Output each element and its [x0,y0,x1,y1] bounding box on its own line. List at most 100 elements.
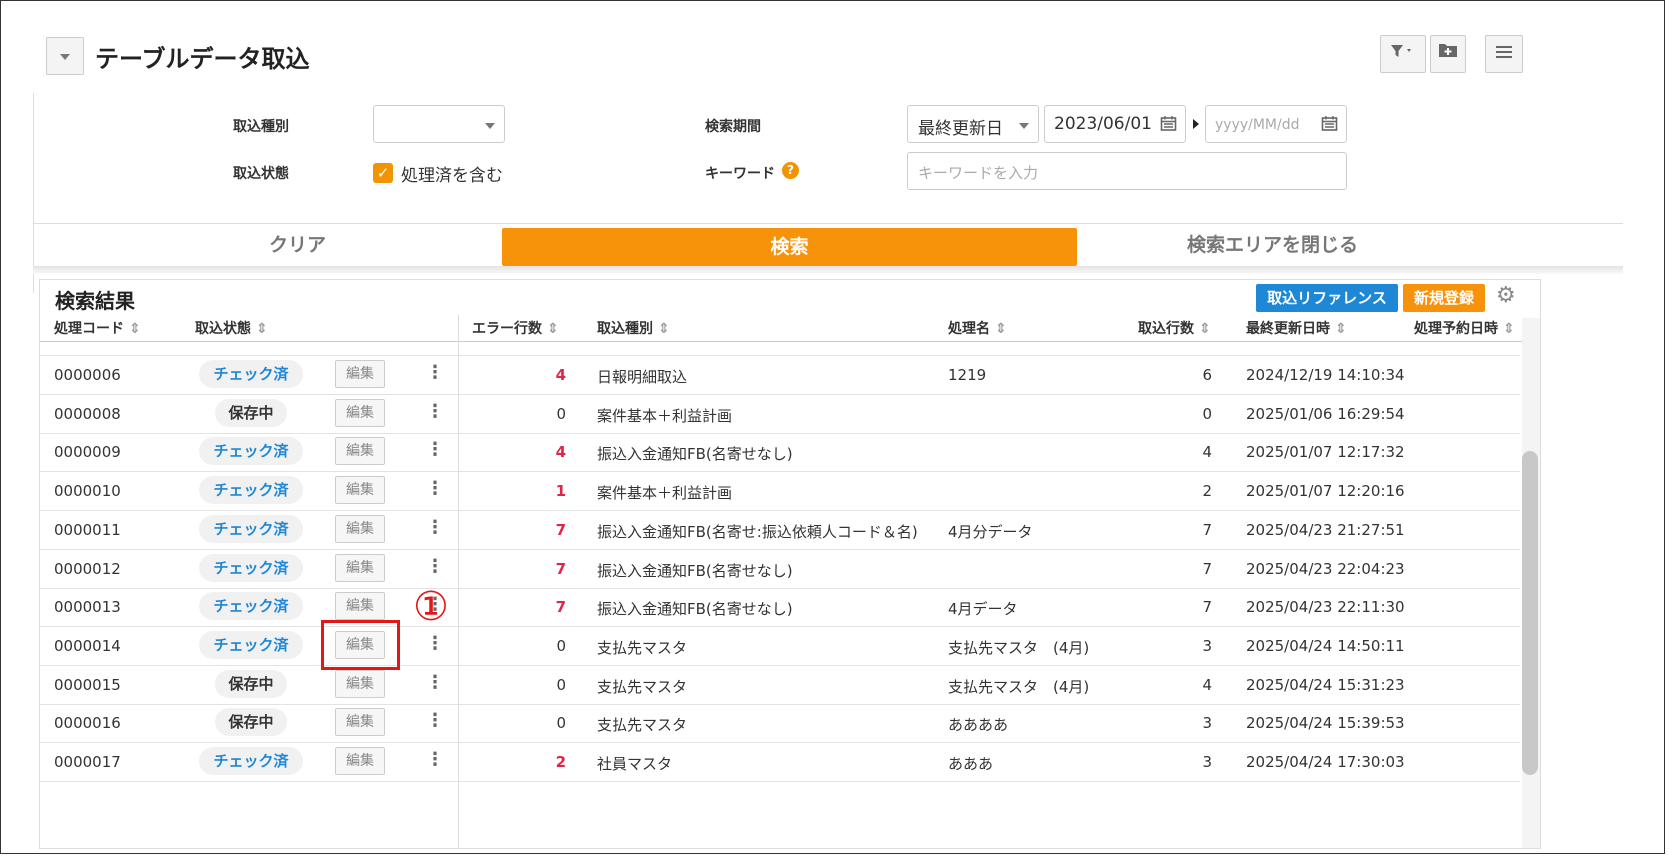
import-type-cell: 日報明細取込 [597,368,688,386]
import-count-cell: 4 [1202,675,1212,694]
close-search-area-button[interactable]: 検索エリアを閉じる [1187,230,1358,257]
import-type-cell: 社員マスタ [597,755,673,773]
edit-button[interactable]: 編集 [335,476,385,505]
date-from-input[interactable]: 2023/06/01 [1044,105,1186,143]
edit-button[interactable]: 編集 [335,514,385,543]
error-count-cell: 1 [555,482,566,501]
add-folder-button[interactable] [1430,35,1466,73]
table-row[interactable]: 0000006 チェック済 編集 ⋮ 4 日報明細取込 1219 6 2024/12/19 14… [40,356,1520,395]
updated-at-cell: 2025/01/07 12:17:32 [1246,443,1405,462]
annotation-highlight-box [321,620,400,670]
edit-button[interactable]: 編集 [335,669,385,698]
new-registration-button[interactable]: 新規登録 [1403,284,1485,312]
status-badge: チェック済 [199,747,303,775]
date-to-input[interactable]: yyyy/MM/dd [1205,105,1347,143]
table-row[interactable]: 0000013 チェック済 編集 ⋮ 7 振込入金通知FB(名寄せなし) 4月データ 7 202… [40,588,1520,628]
include-processed-checkbox[interactable]: ✓ [373,163,393,183]
process-code-cell: 0000009 [54,443,121,462]
more-options-icon[interactable]: ⋮ [426,362,444,383]
more-options-icon[interactable]: ⋮ [426,672,444,693]
keyword-placeholder: キーワードを入力 [918,164,1039,182]
status-badge: チェック済 [199,592,303,621]
table-row[interactable]: 0000010 チェック済 編集 ⋮ 1 案件基本＋利益計画 2 2025/01/07 12:… [40,472,1520,512]
more-options-icon[interactable]: ⋮ [426,439,444,460]
edit-button[interactable]: 編集 [335,708,385,737]
search-button[interactable]: 検索 [502,228,1077,266]
process-name-cell: あああ [948,755,994,773]
error-count-cell: 0 [556,404,566,423]
table-row[interactable]: 0000014 チェック済 編集 ⋮ 0 支払先マスタ 支払先マスタ (4月) 3 2025/0… [40,627,1520,666]
status-badge: チェック済 [199,553,303,582]
updated-at-cell: 2025/01/07 12:20:16 [1246,482,1405,501]
import-count-cell: 7 [1202,598,1212,617]
process-name-cell: 4月分データ [948,522,1033,541]
table-row[interactable]: 0000016 保存中 編集 ⋮ 0 支払先マスタ ああああ 3 2025/04/24 15:3… [40,704,1520,744]
more-options-icon[interactable]: ⋮ [426,556,444,577]
table-row[interactable]: 0000017 チェック済 編集 ⋮ 2 社員マスタ あああ 3 2025/04/24 17:3… [40,743,1520,782]
scrollbar-thumb[interactable] [1522,451,1538,775]
process-code-cell: 0000017 [54,753,121,771]
updated-at-cell: 2025/04/23 22:04:23 [1246,559,1405,578]
import-count-cell: 6 [1202,366,1212,384]
import-count-cell: 4 [1202,443,1212,462]
error-count-cell: 4 [555,443,566,462]
results-panel: 検索結果 取込リファレンス 新規登録 ⚙ 処理コード ⇕ 取込状態 ⇕ エラー行… [39,279,1541,849]
more-options-icon[interactable]: ⋮ [426,478,444,499]
process-code-cell: 0000014 [54,636,121,655]
table-row[interactable]: 0000015 保存中 編集 ⋮ 0 支払先マスタ 支払先マスタ (4月) 4 2025/04/… [40,666,1520,705]
search-action-bar: クリア 検索 検索エリアを閉じる [33,223,1623,266]
filter-icon [1390,45,1416,63]
edit-button[interactable]: 編集 [335,398,385,427]
more-options-icon[interactable]: ⋮ [426,517,444,538]
gear-icon[interactable]: ⚙ [1496,283,1516,308]
edit-button[interactable]: 編集 [335,747,385,775]
filter-button[interactable] [1380,35,1426,73]
import-type-cell: 支払先マスタ [597,677,688,696]
import-reference-button[interactable]: 取込リファレンス [1256,284,1398,312]
error-count-cell: 4 [555,366,566,384]
clear-button[interactable]: クリア [269,230,326,257]
updated-at-cell: 2025/04/24 14:50:11 [1246,636,1405,655]
process-code-cell: 0000010 [54,482,121,501]
keyword-input[interactable]: キーワードを入力 [907,152,1347,190]
more-options-icon[interactable]: ⋮ [426,749,444,770]
status-badge: チェック済 [199,476,303,505]
frozen-column-divider [458,315,459,848]
table-row[interactable]: 0000011 チェック済 編集 ⋮ 7 振込入金通知FB(名寄せ:振込依頼人コード＆名)… [40,511,1520,550]
error-count-cell: 0 [556,675,566,694]
process-code-cell: 0000013 [54,598,121,617]
status-badge: 保存中 [215,708,287,737]
check-icon: ✓ [376,164,390,182]
error-count-cell: 7 [555,559,566,578]
edit-button[interactable]: 編集 [335,360,385,388]
import-type-select[interactable] [373,105,505,143]
updated-at-cell: 2025/04/24 17:30:03 [1246,753,1405,771]
edit-button[interactable]: 編集 [335,592,385,621]
status-badge: チェック済 [199,514,303,543]
process-code-cell: 0000008 [54,404,121,423]
table-row[interactable]: 0000008 保存中 編集 ⋮ 0 案件基本＋利益計画 0 2025/01/06 16:29… [40,395,1520,434]
date-to-placeholder: yyyy/MM/dd [1215,117,1300,133]
collapse-toggle-button[interactable] [46,37,84,75]
updated-at-cell: 2025/04/24 15:31:23 [1246,675,1405,694]
help-icon[interactable]: ? [782,162,799,179]
import-count-cell: 3 [1202,636,1212,655]
more-options-icon[interactable]: ⋮ [426,401,444,422]
edit-button[interactable]: 編集 [335,553,385,582]
include-processed-label: 処理済を含む [401,166,503,186]
import-type-cell: 案件基本＋利益計画 [597,406,733,425]
import-count-cell: 3 [1202,753,1212,771]
table-row[interactable]: 0000012 チェック済 編集 ⋮ 7 振込入金通知FB(名寄せなし) 7 2025/04/… [40,550,1520,589]
calendar-icon[interactable] [1160,115,1177,137]
more-options-icon[interactable]: ⋮ [426,633,444,654]
table-row[interactable]: 0000009 チェック済 編集 ⋮ 4 振込入金通知FB(名寄せなし) 4 2025/01/… [40,433,1520,473]
process-name-cell: 支払先マスタ (4月) [948,677,1090,696]
more-options-icon[interactable]: ⋮ [426,710,444,731]
status-badge: チェック済 [199,360,303,388]
import-count-cell: 7 [1202,559,1212,578]
edit-button[interactable]: 編集 [335,437,385,466]
period-basis-select[interactable]: 最終更新日 [907,105,1039,143]
error-count-cell: 0 [556,714,566,733]
calendar-icon[interactable] [1321,115,1338,137]
menu-button[interactable] [1485,35,1523,73]
